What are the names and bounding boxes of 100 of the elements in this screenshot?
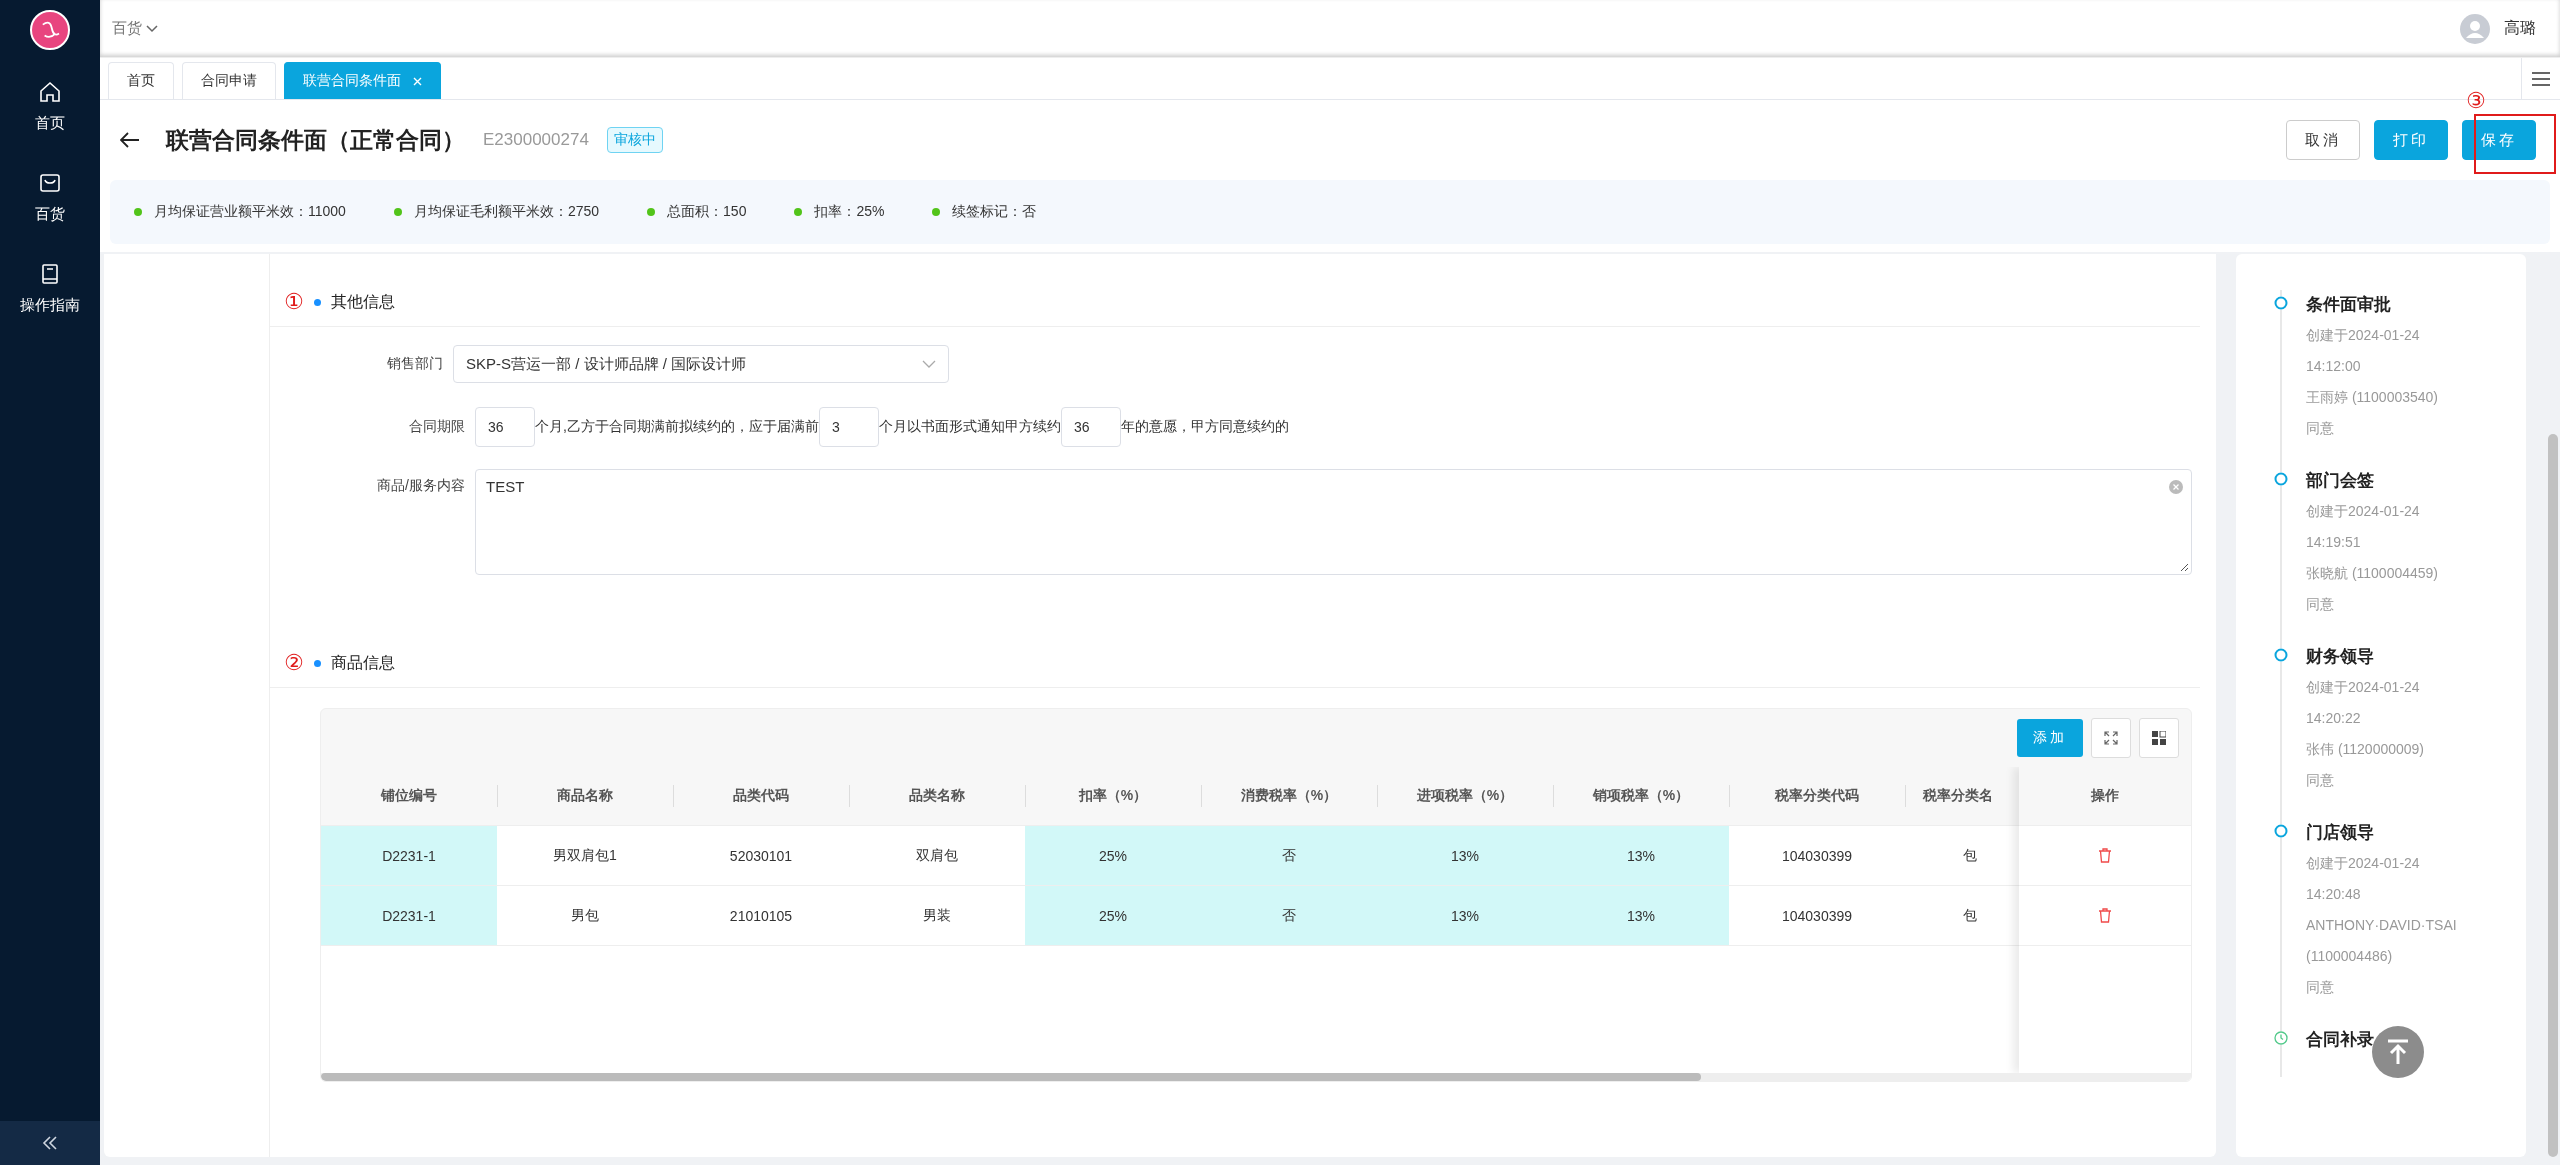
step-detail: 14:20:22 xyxy=(2306,709,2362,728)
bullet-dot xyxy=(393,208,402,216)
horizontal-scrollbar[interactable] xyxy=(321,1073,2191,1081)
step-title: 条件面审批 xyxy=(2306,294,2392,316)
table-cell: 52030101 xyxy=(673,825,849,886)
table-cell: 男双肩包1 xyxy=(497,825,673,886)
section-title: 其他信息 xyxy=(330,291,395,312)
resize-handle-icon[interactable] xyxy=(2180,563,2189,572)
summary-item: 月均保证营业额平米效：11000 xyxy=(154,203,346,221)
column-header: 品类代码 xyxy=(673,767,849,826)
table-cell: 104030399 xyxy=(1729,825,1905,886)
status-badge: 审核中 xyxy=(606,127,663,153)
action-button[interactable]: 取消 xyxy=(2286,120,2360,160)
term-text: 年的意愿，甲方同意续约的 xyxy=(1120,418,1289,436)
step-detail: 张晓航 (1100004459) xyxy=(2306,564,2440,583)
bullet-dot xyxy=(647,208,656,216)
term-text: 个月以书面形式通知甲方续约 xyxy=(878,418,1061,436)
step-detail: 王雨婷 (1100003540) xyxy=(2306,388,2440,407)
close-icon[interactable] xyxy=(413,76,422,86)
expand-icon xyxy=(2104,731,2118,745)
summary-item: 续签标记：否 xyxy=(952,203,1037,221)
back-to-top-icon[interactable] xyxy=(2372,1026,2424,1078)
step-detail: 创建于2024-01-24 xyxy=(2306,854,2421,873)
chevron-down-icon xyxy=(146,24,158,33)
table-cell: 否 xyxy=(1201,885,1377,946)
annotation-number: ② xyxy=(284,650,304,676)
step-title: 合同补录 xyxy=(2306,1029,2374,1051)
tab[interactable]: 合同申请 xyxy=(182,62,276,99)
grid-icon xyxy=(2152,731,2166,745)
table-cell: 13% xyxy=(1377,885,1553,946)
user-name[interactable]: 高璐 xyxy=(2504,18,2536,39)
step-circle-icon xyxy=(2274,472,2288,486)
step-title: 财务领导 xyxy=(2306,646,2375,668)
page-title: 联营合同条件面（正常合同） xyxy=(166,125,465,155)
number-field[interactable]: 3 xyxy=(818,407,879,447)
step-title: 门店领导 xyxy=(2306,822,2375,844)
text-area[interactable]: TEST xyxy=(475,469,2192,575)
table-cell: 男包 xyxy=(497,885,673,946)
step-detail: 14:19:51 xyxy=(2306,533,2362,552)
step-title: 部门会签 xyxy=(2306,470,2375,492)
column-header: 铺位编号 xyxy=(321,767,497,826)
field-label: 销售部门 xyxy=(386,355,444,373)
step-detail: 同意 xyxy=(2306,595,2335,614)
table-cell: 13% xyxy=(1553,885,1729,946)
step-detail: 创建于2024-01-24 xyxy=(2306,326,2421,345)
bullet-dot xyxy=(313,298,321,306)
table-cell: D2231-1 xyxy=(321,885,497,946)
table-cell: 25% xyxy=(1025,885,1201,946)
sidebar-item[interactable]: 百货 xyxy=(0,155,100,246)
contract-number: E2300000274 xyxy=(483,130,589,150)
layout-button[interactable] xyxy=(2139,718,2179,758)
number-field[interactable]: 36 xyxy=(1060,407,1121,447)
bag-icon xyxy=(38,171,62,195)
annotation-number: ③ xyxy=(2466,88,2486,114)
summary-item: 扣率：25% xyxy=(814,203,885,221)
step-circle-icon xyxy=(2274,648,2288,662)
sidebar-item[interactable]: 操作指南 xyxy=(0,246,100,337)
bullet-dot xyxy=(932,208,941,216)
sidebar-item[interactable]: 首页 xyxy=(0,64,100,155)
delete-icon[interactable] xyxy=(2098,848,2112,863)
term-text: 个月,乙方于合同期满前拟续约的，应于届满前 xyxy=(535,418,819,436)
column-header: 扣率（%） xyxy=(1025,767,1201,826)
clear-icon[interactable] xyxy=(2169,480,2183,494)
tab[interactable]: 首页 xyxy=(108,62,174,99)
column-header: 销项税率（%） xyxy=(1553,767,1729,826)
field-label: 合同期限 xyxy=(408,418,466,436)
bullet-dot xyxy=(794,208,803,216)
step-detail: ANTHONY·DAVID·TSAI (1100004486) xyxy=(2306,916,2458,966)
column-header: 品类名称 xyxy=(849,767,1025,826)
step-detail: 14:20:48 xyxy=(2306,885,2362,904)
step-detail: 创建于2024-01-24 xyxy=(2306,678,2421,697)
column-header: 消费税率（%） xyxy=(1201,767,1377,826)
bullet-dot xyxy=(313,659,321,667)
table-cell: 21010105 xyxy=(673,885,849,946)
table-cell: D2231-1 xyxy=(321,825,497,886)
step-detail: 同意 xyxy=(2306,978,2335,997)
field-label: 商品/服务内容 xyxy=(376,476,466,495)
table-cell: 104030399 xyxy=(1729,885,1905,946)
column-header: 进项税率（%） xyxy=(1377,767,1553,826)
section-title: 商品信息 xyxy=(330,652,395,673)
menu-icon[interactable] xyxy=(2532,71,2550,86)
summary-item: 月均保证毛利额平米效：2750 xyxy=(413,203,600,221)
table-cell: 13% xyxy=(1377,825,1553,886)
column-header: 商品名称 xyxy=(497,767,673,826)
logo-icon xyxy=(30,10,70,50)
step-detail: 张伟 (1120000009) xyxy=(2306,740,2426,759)
clock-icon xyxy=(2274,1031,2288,1045)
collapse-icon[interactable] xyxy=(42,1136,58,1150)
step-circle-icon xyxy=(2274,824,2288,838)
number-field[interactable]: 36 xyxy=(475,407,535,447)
delete-icon[interactable] xyxy=(2098,908,2112,923)
table-cell: 25% xyxy=(1025,825,1201,886)
summary-item: 总面积：150 xyxy=(667,203,747,221)
store-menu[interactable]: 百货 xyxy=(112,19,158,38)
column-header: 税率分类代码 xyxy=(1729,767,1905,826)
step-circle-icon xyxy=(2274,296,2288,310)
department-select[interactable]: SKP-S营运一部 / 设计师品牌 / 国际设计师 xyxy=(453,345,949,383)
back-arrow-icon[interactable] xyxy=(120,132,140,148)
bullet-dot xyxy=(134,208,142,216)
fullscreen-button[interactable] xyxy=(2091,718,2131,758)
